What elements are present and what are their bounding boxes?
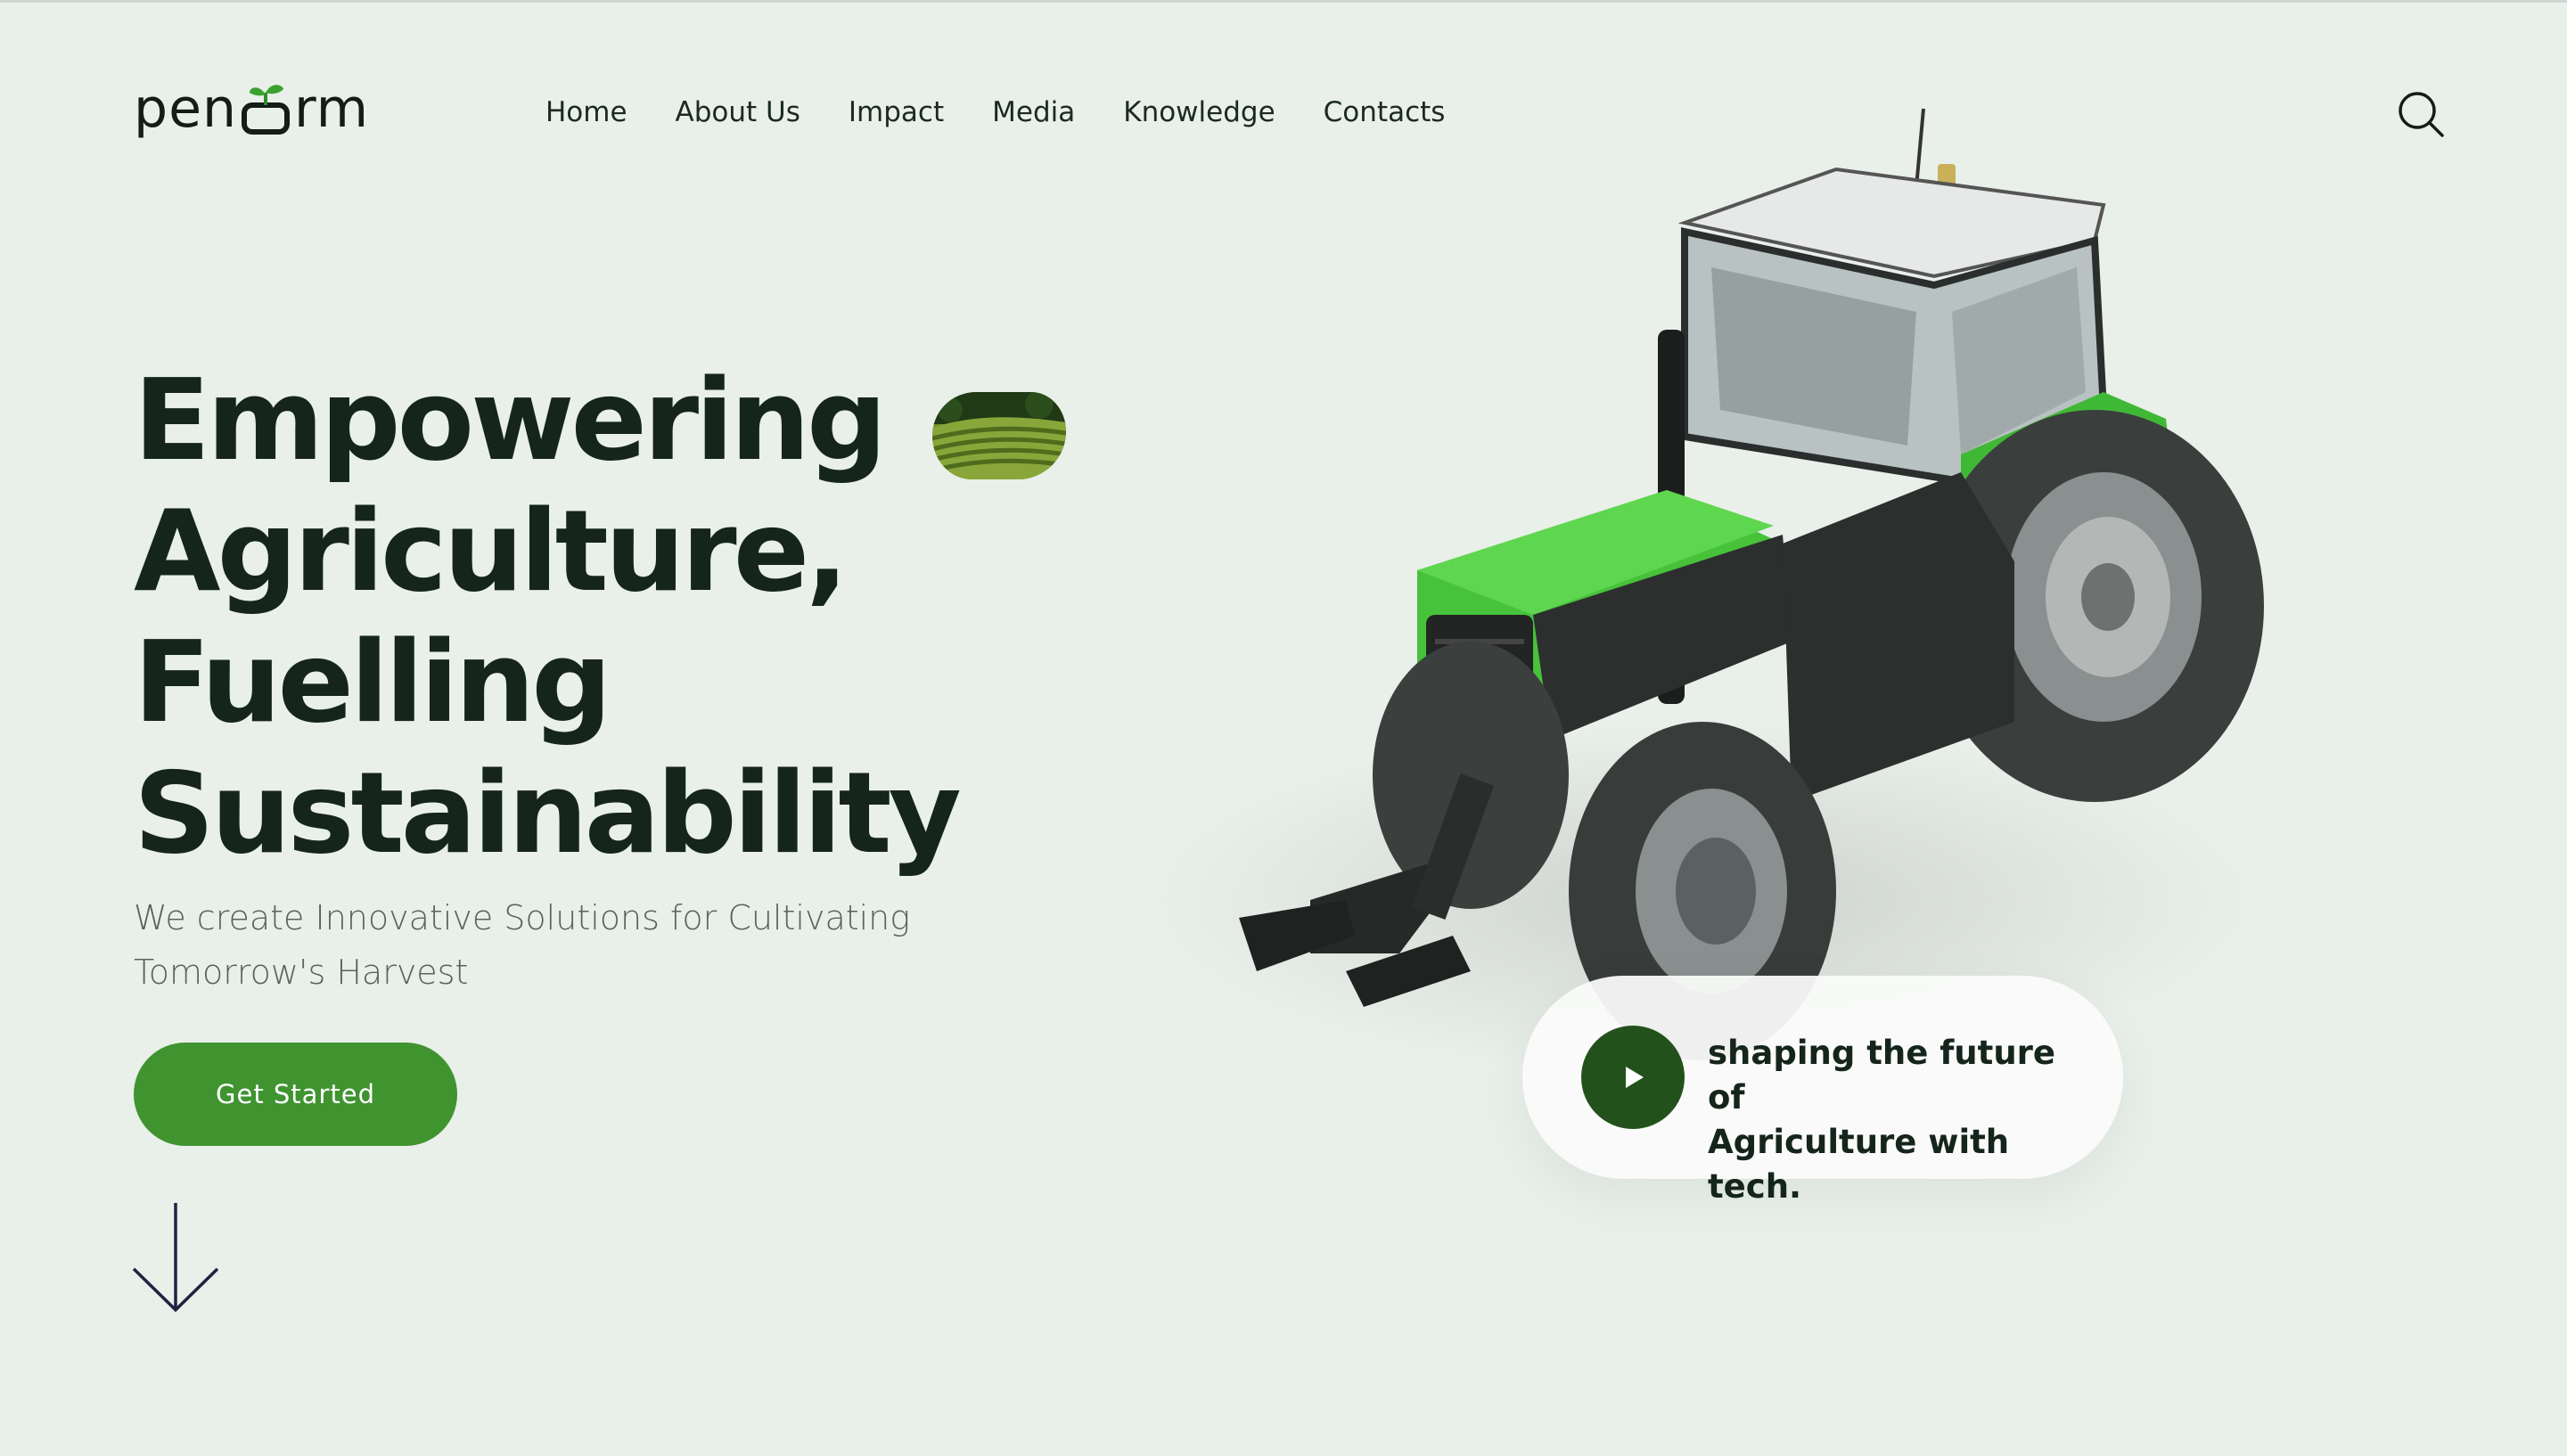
scroll-down-button[interactable] <box>132 1201 221 1313</box>
subtitle-line: Tomorrow's Harvest <box>134 953 469 992</box>
headline-line: Agriculture, <box>134 486 849 617</box>
headline-line: Sustainability <box>134 748 962 879</box>
top-border <box>0 0 2567 3</box>
tractor-image <box>1132 98 2300 1096</box>
search-button[interactable] <box>2396 89 2446 139</box>
get-started-button[interactable]: Get Started <box>134 1043 457 1146</box>
video-caption: shaping the future of Agriculture with t… <box>1708 1031 2100 1209</box>
play-button[interactable] <box>1581 1026 1685 1129</box>
nav-item-about-us[interactable]: About Us <box>676 94 800 130</box>
logo-text-right: rm <box>294 78 370 140</box>
headline-line: Empowering <box>134 355 887 486</box>
sprout-logo-icon <box>239 82 292 135</box>
field-thumbnail-image <box>932 392 1066 479</box>
subtitle-line: We create Innovative Solutions for Culti… <box>134 898 911 937</box>
hero-subtitle: We create Innovative Solutions for Culti… <box>134 891 936 1000</box>
headline-line: Fuelling <box>134 617 611 748</box>
nav-item-impact[interactable]: Impact <box>849 94 944 130</box>
video-caption-line: shaping the future of <box>1708 1034 2056 1117</box>
nav-item-media[interactable]: Media <box>992 94 1075 130</box>
play-icon <box>1626 1067 1644 1088</box>
video-promo-card[interactable]: shaping the future of Agriculture with t… <box>1522 976 2123 1206</box>
hero-headline: Empowering Agriculture, Fuelling Sustain… <box>134 355 1061 879</box>
video-caption-line: Agriculture with tech. <box>1708 1123 2010 1206</box>
arrow-down-icon <box>132 1203 219 1313</box>
brand-logo[interactable]: pen rm <box>134 82 369 135</box>
logo-text-left: pen <box>134 78 238 140</box>
nav-item-home[interactable]: Home <box>545 94 627 130</box>
search-icon <box>2399 92 2444 137</box>
